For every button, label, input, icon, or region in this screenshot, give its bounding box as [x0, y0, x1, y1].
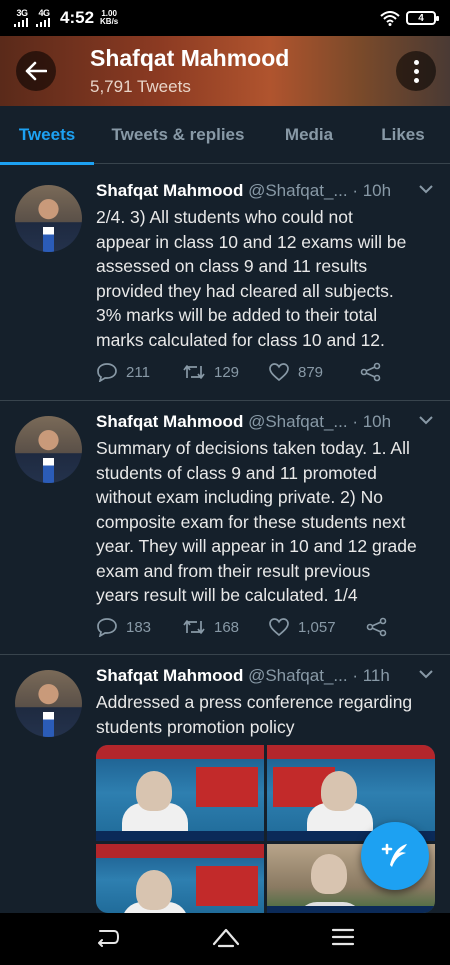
heart-icon — [269, 618, 289, 637]
share-icon — [366, 617, 387, 637]
profile-tabs: Tweets Tweets & replies Media Likes — [0, 106, 450, 165]
retweet-icon — [183, 620, 205, 634]
tweet-item[interactable]: Shafqat Mahmood @Shafqat_... · 10h Summa… — [0, 401, 450, 655]
compose-tweet-icon — [381, 843, 407, 867]
chevron-down-icon[interactable] — [418, 666, 434, 684]
comment-icon — [97, 618, 117, 637]
clock: 4:52 — [60, 8, 95, 27]
more-options-button[interactable] — [396, 51, 436, 91]
tab-tweets-replies[interactable]: Tweets & replies — [94, 106, 262, 164]
tweet-time: · 10h — [352, 181, 392, 200]
media-image[interactable] — [96, 745, 264, 841]
author-handle: @Shafqat_... — [248, 181, 348, 200]
avatar[interactable] — [15, 416, 82, 483]
tab-likes[interactable]: Likes — [356, 106, 450, 164]
like-button[interactable]: 1,057 — [268, 617, 366, 637]
tab-media[interactable]: Media — [262, 106, 356, 164]
signal-4g-indicator: 4G — [36, 9, 52, 27]
back-nav-button[interactable] — [95, 927, 121, 952]
tweet-time: · 10h — [352, 412, 392, 431]
tweet-text: 2/4. 3) All students who could not appea… — [96, 207, 407, 350]
share-button[interactable] — [360, 362, 382, 382]
retweet-icon — [183, 365, 205, 379]
tweet-text: Addressed a press conference regarding s… — [96, 692, 413, 737]
author-name[interactable]: Shafqat Mahmood — [96, 181, 243, 200]
author-name[interactable]: Shafqat Mahmood — [96, 666, 243, 685]
profile-header: Shafqat Mahmood 5,791 Tweets — [0, 36, 450, 106]
menu-icon — [331, 928, 355, 945]
tweet-time: · 11h — [352, 666, 390, 685]
share-button[interactable] — [366, 617, 388, 637]
battery-icon: 4 — [406, 11, 439, 25]
chevron-down-icon[interactable] — [418, 181, 434, 199]
tab-tweets[interactable]: Tweets — [0, 106, 94, 165]
profile-name: Shafqat Mahmood — [90, 45, 290, 71]
nav-back-icon — [98, 929, 119, 947]
chevron-down-icon[interactable] — [418, 412, 434, 430]
home-icon — [212, 928, 240, 947]
signal-bars-icon — [14, 18, 28, 27]
retweet-button[interactable]: 129 — [182, 362, 268, 382]
signal-3g-indicator: 3G — [14, 9, 30, 27]
network-speed: 1.00 KB/s — [100, 9, 119, 26]
tweet-item[interactable]: Shafqat Mahmood @Shafqat_... · 10h 2/4. … — [0, 165, 450, 401]
retweet-button[interactable]: 168 — [182, 617, 268, 637]
status-bar: 3G 4G 4:52 1.00 KB/s 4 — [0, 0, 450, 36]
arrow-left-icon — [25, 61, 47, 81]
home-nav-button[interactable] — [211, 926, 241, 953]
reply-button[interactable]: 211 — [96, 362, 182, 382]
compose-tweet-button[interactable] — [361, 822, 429, 890]
back-button[interactable] — [16, 51, 56, 91]
author-handle: @Shafqat_... — [248, 412, 348, 431]
system-nav-bar — [0, 913, 450, 965]
reply-button[interactable]: 183 — [96, 617, 182, 637]
author-name[interactable]: Shafqat Mahmood — [96, 412, 243, 431]
signal-bars-icon — [36, 18, 50, 27]
tweet-text: Summary of decisions taken today. 1. All… — [96, 438, 417, 605]
tweet-actions: 183 168 1,057 — [96, 617, 388, 637]
tweet-count: 5,791 Tweets — [90, 77, 191, 96]
share-icon — [360, 362, 381, 382]
media-image[interactable] — [96, 844, 264, 913]
like-button[interactable]: 879 — [268, 362, 360, 382]
menu-nav-button[interactable] — [331, 927, 355, 952]
tweet-feed[interactable]: Shafqat Mahmood @Shafqat_... · 10h 2/4. … — [0, 165, 450, 913]
author-handle: @Shafqat_... — [248, 666, 348, 685]
tweet-header: Shafqat Mahmood @Shafqat_... · 11h — [96, 666, 390, 686]
tweet-actions: 211 129 879 — [96, 362, 382, 382]
comment-icon — [97, 363, 117, 382]
wifi-icon — [380, 10, 400, 26]
tweet-header: Shafqat Mahmood @Shafqat_... · 10h — [96, 412, 391, 432]
tweet-header: Shafqat Mahmood @Shafqat_... · 10h — [96, 181, 391, 201]
avatar[interactable] — [15, 670, 82, 737]
avatar[interactable] — [15, 185, 82, 252]
heart-icon — [269, 363, 289, 382]
more-vertical-icon — [413, 59, 419, 65]
